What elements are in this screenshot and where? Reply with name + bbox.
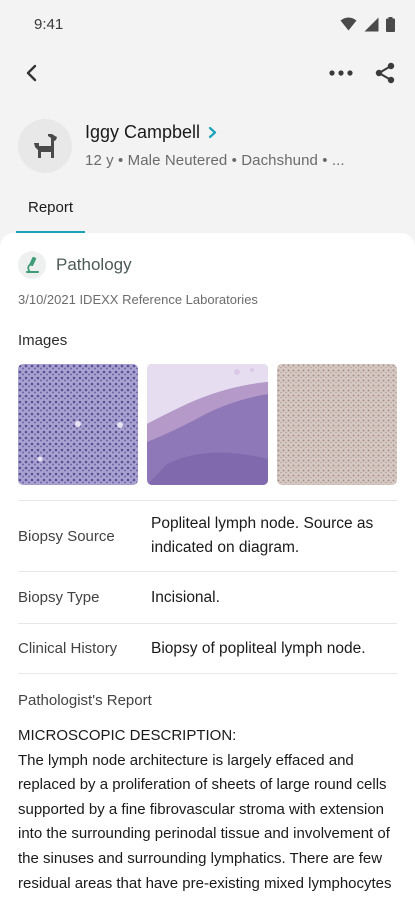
report-body: MICROSCOPIC DESCRIPTION: The lymph node … bbox=[18, 724, 397, 900]
avatar bbox=[18, 118, 72, 173]
row-label: Biopsy Type bbox=[18, 589, 100, 606]
row-label: Biopsy Source bbox=[18, 527, 115, 545]
chevron-right-icon bbox=[208, 126, 217, 139]
top-bar bbox=[0, 48, 415, 98]
image-thumbnail[interactable] bbox=[18, 364, 139, 485]
description-heading: MICROSCOPIC DESCRIPTION: bbox=[18, 727, 237, 744]
wifi-icon bbox=[340, 17, 357, 31]
section-title: Pathology bbox=[56, 255, 132, 274]
row-value: Biopsy of popliteal lymph node. bbox=[151, 639, 366, 657]
report-meta: 3/10/2021 IDEXX Reference Laboratories bbox=[18, 292, 258, 307]
patient-name: Iggy Campbell bbox=[85, 122, 201, 142]
dog-icon bbox=[34, 133, 57, 158]
row-value: Incisional. bbox=[151, 588, 220, 606]
tab-report[interactable]: Report bbox=[16, 180, 86, 234]
microscope-icon bbox=[18, 251, 46, 279]
table-row: Biopsy Source Popliteal lymph node. Sour… bbox=[18, 500, 397, 571]
status-bar: 9:41 bbox=[0, 0, 415, 48]
back-arrow-icon[interactable] bbox=[18, 59, 46, 87]
battery-icon bbox=[386, 16, 395, 32]
section-header: Pathology bbox=[18, 249, 397, 281]
description-text: The lymph node architecture is largely e… bbox=[18, 751, 392, 900]
signal-icon bbox=[364, 17, 379, 31]
image-thumbnail[interactable] bbox=[147, 364, 268, 485]
status-icons bbox=[340, 16, 395, 32]
row-label: Clinical History bbox=[18, 640, 118, 657]
table-row: Clinical History Biopsy of popliteal lym… bbox=[18, 623, 397, 674]
patient-details: 12 y • Male Neutered • Dachshund • ... bbox=[85, 152, 345, 169]
image-thumbnail[interactable] bbox=[276, 364, 397, 485]
report-card: Pathology 3/10/2021 IDEXX Reference Labo… bbox=[0, 233, 415, 900]
table-row: Biopsy Type Incisional. bbox=[18, 571, 397, 623]
images-label: Images bbox=[18, 332, 68, 349]
status-time: 9:41 bbox=[34, 15, 64, 33]
row-value: Popliteal lymph node. Source as indicate… bbox=[151, 515, 374, 556]
details-table: Biopsy Source Popliteal lymph node. Sour… bbox=[18, 500, 397, 674]
patient-info: Iggy Campbell 12 y • Male Neutered • Dac… bbox=[85, 122, 345, 169]
pathologist-report-label: Pathologist's Report bbox=[18, 692, 152, 709]
tab-bar: Report bbox=[0, 180, 415, 234]
patient-header[interactable]: Iggy Campbell 12 y • Male Neutered • Dac… bbox=[0, 98, 415, 180]
image-gallery bbox=[18, 364, 397, 485]
more-icon[interactable] bbox=[327, 59, 355, 87]
patient-name-row: Iggy Campbell bbox=[85, 122, 345, 143]
top-actions bbox=[327, 59, 399, 87]
share-icon[interactable] bbox=[371, 59, 399, 87]
